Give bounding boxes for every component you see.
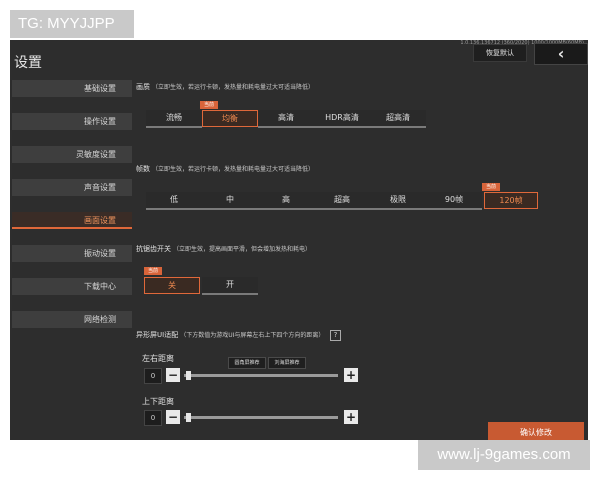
settings-screen: 设置 1.0.136.136712 (360/2020) 1000/1000MB… (10, 40, 588, 440)
quality-option-hd[interactable]: 高清 (258, 110, 314, 128)
framerate-current-badge: 当前 (482, 183, 500, 191)
framerate-option-low[interactable]: 低 (146, 192, 202, 210)
antialias-option-on[interactable]: 开 (202, 277, 258, 295)
framerate-hint: （立即生效，若运行卡顿，发热量和耗电量过大可适当降低） (152, 166, 315, 173)
antialias-section-label: 抗锯齿开关 （立即生效，提高画面平滑，但会增加发热和耗电） (136, 244, 311, 254)
antialias-selector: 关 开 (144, 277, 260, 295)
framerate-option-medium[interactable]: 中 (202, 192, 258, 210)
quality-current-badge: 当前 (200, 101, 218, 109)
ud-distance-slider[interactable] (184, 416, 338, 419)
quality-option-smooth[interactable]: 流畅 (146, 110, 202, 128)
sidebar-item-vibration[interactable]: 振动设置 (12, 245, 132, 262)
reset-default-button[interactable]: 恢复默认 (473, 44, 527, 62)
framerate-selector: 低 中 高 超高 极限 90帧 120帧 (146, 192, 538, 210)
framerate-section-label: 帧数 （立即生效，若运行卡顿，发热量和耗电量过大可适当降低） (136, 164, 314, 174)
quality-label: 画质 (136, 83, 150, 91)
lr-distance-value: 0 (144, 368, 162, 384)
sidebar-item-download[interactable]: 下载中心 (12, 278, 132, 295)
sidebar-item-sound[interactable]: 声音设置 (12, 179, 132, 196)
ud-increase-button[interactable]: + (344, 410, 358, 424)
sidebar-item-network[interactable]: 网络检测 (12, 311, 132, 328)
antialias-current-badge: 当前 (144, 267, 162, 275)
antialias-label: 抗锯齿开关 (136, 245, 171, 253)
plus-icon: + (345, 368, 357, 382)
quality-option-uhd[interactable]: 超高清 (370, 110, 426, 128)
notch-label: 异形屏UI适配 (136, 331, 179, 339)
notch-hint: （下方数值为游戏UI与屏幕左右上下四个方向的距离） (180, 332, 325, 339)
lr-distance-slider[interactable] (184, 374, 338, 377)
framerate-option-120[interactable]: 120帧 (484, 192, 538, 209)
lr-slider-handle[interactable] (186, 371, 191, 380)
framerate-option-extreme[interactable]: 极限 (370, 192, 426, 210)
notch-screen-preset-button[interactable]: 刘海屏推荐 (268, 357, 306, 369)
framerate-option-ultra[interactable]: 超高 (314, 192, 370, 210)
lr-decrease-button[interactable]: − (166, 368, 180, 382)
watermark-top: TG: MYYJJPP (10, 10, 134, 38)
minus-icon: − (167, 410, 179, 424)
framerate-option-high[interactable]: 高 (258, 192, 314, 210)
lr-distance-label: 左右距离 (142, 354, 174, 363)
round-screen-preset-button[interactable]: 圆角屏推荐 (228, 357, 266, 369)
quality-selector: 流畅 均衡 高清 HDR高清 超高清 (146, 110, 426, 128)
sidebar-item-sensitivity[interactable]: 灵敏度设置 (12, 146, 132, 163)
page-title: 设置 (14, 55, 42, 71)
confirm-button[interactable]: 确认修改 (488, 422, 584, 440)
antialias-hint: （立即生效，提高画面平滑，但会增加发热和耗电） (173, 246, 312, 253)
notch-help-button[interactable]: ? (330, 330, 341, 341)
plus-icon: + (345, 410, 357, 424)
quality-hint: （立即生效，若运行卡顿，发热量和耗电量过大可适当降低） (152, 84, 315, 91)
ud-distance-value: 0 (144, 410, 162, 426)
back-arrow-icon: ‹ (557, 44, 565, 63)
quality-option-hdr[interactable]: HDR高清 (314, 110, 370, 128)
watermark-bottom: www.lj-9games.com (418, 440, 590, 470)
quality-option-balanced[interactable]: 均衡 (202, 110, 258, 127)
notch-section-label: 异形屏UI适配 （下方数值为游戏UI与屏幕左右上下四个方向的距离） (136, 330, 324, 340)
sidebar-item-graphics[interactable]: 画面设置 (12, 212, 132, 229)
question-icon: ? (333, 331, 338, 339)
framerate-label: 帧数 (136, 165, 150, 173)
ud-slider-handle[interactable] (186, 413, 191, 422)
minus-icon: − (167, 368, 179, 382)
quality-section-label: 画质 （立即生效，若运行卡顿，发热量和耗电量过大可适当降低） (136, 82, 314, 92)
framerate-option-90[interactable]: 90帧 (426, 192, 482, 210)
ud-decrease-button[interactable]: − (166, 410, 180, 424)
sidebar-item-controls[interactable]: 操作设置 (12, 113, 132, 130)
back-button[interactable]: ‹ (534, 43, 588, 65)
sidebar-item-basic[interactable]: 基础设置 (12, 80, 132, 97)
lr-increase-button[interactable]: + (344, 368, 358, 382)
ud-distance-label: 上下距离 (142, 397, 174, 406)
antialias-option-off[interactable]: 关 (144, 277, 200, 294)
